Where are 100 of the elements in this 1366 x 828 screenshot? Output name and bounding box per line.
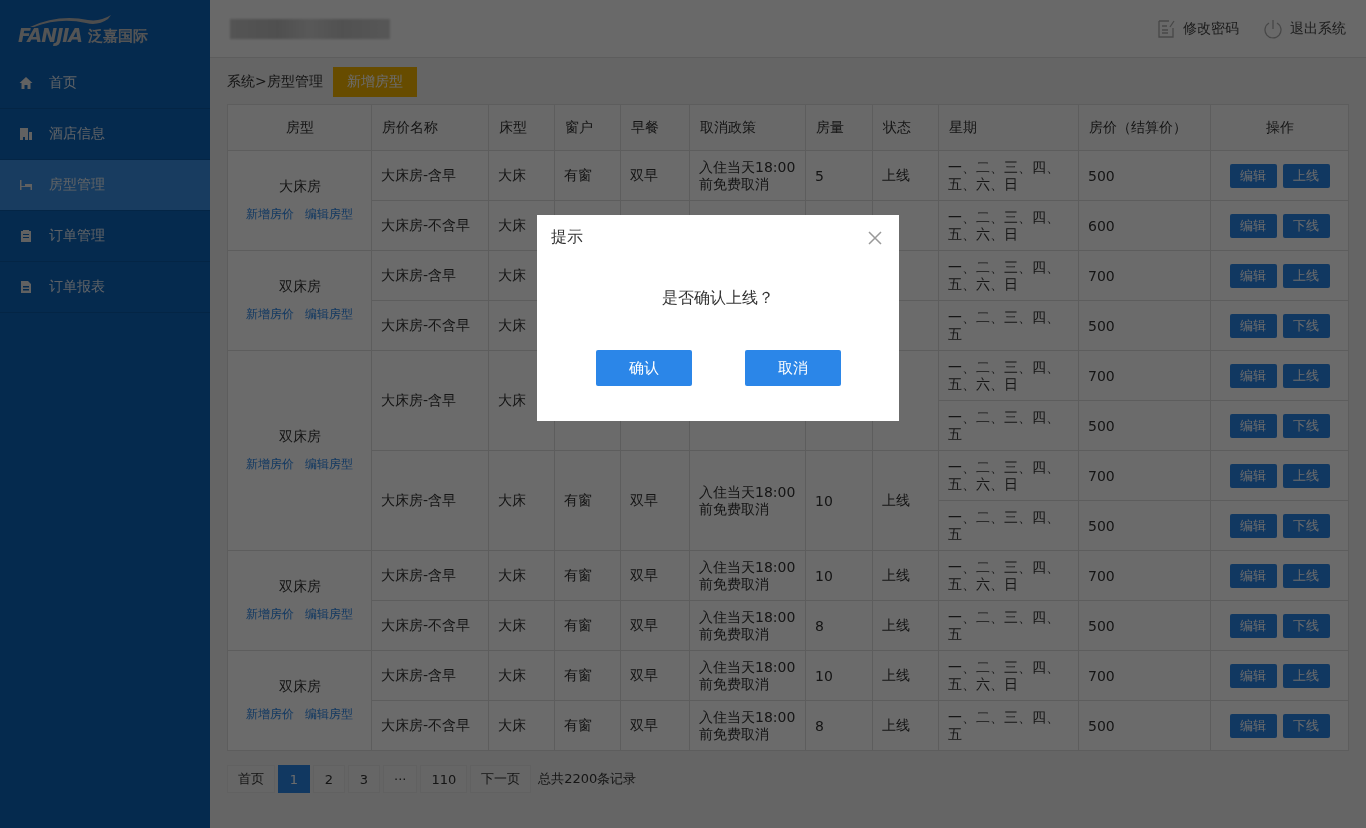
row-action-button[interactable]: 上线: [1282, 263, 1330, 288]
weekdays-cell: 一、二、三、四、五、六、日: [938, 350, 1079, 401]
weekdays-cell: 一、二、三、四、五: [938, 700, 1079, 751]
row-action-button[interactable]: 编辑: [1229, 163, 1277, 188]
price-cell: 500: [1078, 700, 1211, 751]
table-link[interactable]: 编辑房型: [305, 306, 353, 323]
close-icon[interactable]: [868, 230, 882, 245]
rate-name-cell: 大床房-不含早: [371, 600, 489, 651]
home-icon: [19, 76, 33, 90]
room-type-name: 双床房: [277, 278, 322, 296]
bed-type-cell: 大床: [488, 450, 555, 551]
room-count-cell: 5: [805, 150, 873, 201]
room-count-cell: 10: [805, 450, 873, 551]
row-action-button[interactable]: 编辑: [1229, 563, 1277, 588]
column-header: 窗户: [554, 104, 621, 151]
row-action-button[interactable]: 编辑: [1229, 263, 1277, 288]
row-action-button[interactable]: 编辑: [1229, 513, 1277, 538]
breakfast-cell: 双早: [620, 450, 690, 551]
price-cell: 700: [1078, 250, 1211, 301]
rate-name-cell: 大床房-含早: [371, 450, 489, 551]
breakfast-cell: 双早: [620, 650, 690, 701]
sidebar-item[interactable]: 订单管理: [0, 211, 210, 262]
rate-name-cell: 大床房-含早: [371, 650, 489, 701]
row-action-button[interactable]: 编辑: [1229, 413, 1277, 438]
weekdays-cell: 一、二、三、四、五、六、日: [938, 250, 1079, 301]
row-action-button[interactable]: 编辑: [1229, 313, 1277, 338]
price-cell: 700: [1078, 450, 1211, 501]
row-action-button[interactable]: 编辑: [1229, 363, 1277, 388]
sidebar-item[interactable]: 订单报表: [0, 262, 210, 313]
cancel-policy-cell: 入住当天18:00前免费取消: [689, 650, 806, 701]
row-action-button[interactable]: 上线: [1282, 663, 1330, 688]
column-header: 床型: [488, 104, 555, 151]
edit-icon: [1156, 18, 1176, 39]
page-button[interactable]: 110: [420, 765, 468, 793]
window-cell: 有窗: [554, 700, 621, 751]
row-action-button[interactable]: 下线: [1282, 213, 1330, 238]
breadcrumb: 系统>房型管理: [227, 73, 323, 91]
dialog-button[interactable]: 取消: [744, 350, 841, 386]
row-action-button[interactable]: 编辑: [1229, 463, 1277, 488]
row-action-button[interactable]: 编辑: [1229, 613, 1277, 638]
row-action-button[interactable]: 下线: [1282, 313, 1330, 338]
table-link[interactable]: 编辑房型: [305, 206, 353, 223]
dialog-message: 是否确认上线？: [662, 288, 774, 309]
clipboard-icon: [19, 229, 33, 243]
building-icon: [19, 127, 33, 141]
status-cell: 上线: [872, 600, 939, 651]
header-link[interactable]: 修改密码: [1156, 18, 1239, 39]
row-action-button[interactable]: 下线: [1282, 513, 1330, 538]
row-action-button[interactable]: 上线: [1282, 363, 1330, 388]
table-link[interactable]: 编辑房型: [305, 456, 353, 473]
rate-name-cell: 大床房-含早: [371, 550, 489, 601]
logo-chinese-name: 泛嘉国际: [88, 27, 148, 46]
page-button[interactable]: ···: [383, 765, 418, 793]
column-header: 操作: [1210, 104, 1349, 151]
logo-swoosh-icon: [28, 14, 112, 28]
weekdays-cell: 一、二、三、四、五、六、日: [938, 200, 1079, 251]
weekdays-cell: 一、二、三、四、五: [938, 400, 1079, 451]
column-header: 状态: [872, 104, 939, 151]
page-button[interactable]: 首页: [227, 765, 275, 793]
row-action-button[interactable]: 上线: [1282, 563, 1330, 588]
table-link[interactable]: 编辑房型: [305, 706, 353, 723]
table-link[interactable]: 编辑房型: [305, 606, 353, 623]
price-cell: 500: [1078, 600, 1211, 651]
bed-type-cell: 大床: [488, 150, 555, 201]
dialog-button[interactable]: 确认: [595, 350, 692, 386]
header-link[interactable]: 退出系统: [1263, 18, 1346, 39]
row-action-button[interactable]: 编辑: [1229, 713, 1277, 738]
rate-name-cell: 大床房-不含早: [371, 700, 489, 751]
row-action-button[interactable]: 下线: [1282, 413, 1330, 438]
table-link[interactable]: 新增房价: [246, 206, 294, 223]
weekdays-cell: 一、二、三、四、五、六、日: [938, 650, 1079, 701]
row-action-button[interactable]: 上线: [1282, 463, 1330, 488]
price-cell: 700: [1078, 350, 1211, 401]
sidebar-item[interactable]: 首页: [0, 58, 210, 109]
rate-name-cell: 大床房-不含早: [371, 300, 489, 351]
table-link[interactable]: 新增房价: [246, 306, 294, 323]
page-button[interactable]: 1: [278, 765, 310, 793]
breakfast-cell: 双早: [620, 700, 690, 751]
page-button[interactable]: 3: [348, 765, 380, 793]
page-button[interactable]: 2: [313, 765, 345, 793]
price-cell: 700: [1078, 650, 1211, 701]
rate-name-cell: 大床房-含早: [371, 350, 489, 451]
weekdays-cell: 一、二、三、四、五、六、日: [938, 450, 1079, 501]
window-cell: 有窗: [554, 150, 621, 201]
bed-type-cell: 大床: [488, 700, 555, 751]
cancel-policy-cell: 入住当天18:00前免费取消: [689, 550, 806, 601]
table-link[interactable]: 新增房价: [246, 706, 294, 723]
weekdays-cell: 一、二、三、四、五、六、日: [938, 150, 1079, 201]
row-action-button[interactable]: 编辑: [1229, 213, 1277, 238]
weekdays-cell: 一、二、三、四、五、六、日: [938, 550, 1079, 601]
add-room-type-button[interactable]: 新增房型: [332, 67, 417, 97]
row-action-button[interactable]: 下线: [1282, 713, 1330, 738]
row-action-button[interactable]: 下线: [1282, 613, 1330, 638]
logo-wordmark: FANJIA: [18, 24, 82, 46]
status-cell: 上线: [872, 150, 939, 201]
row-action-button[interactable]: 上线: [1282, 163, 1330, 188]
table-link[interactable]: 新增房价: [246, 606, 294, 623]
table-link[interactable]: 新增房价: [246, 456, 294, 473]
row-action-button[interactable]: 编辑: [1229, 663, 1277, 688]
window-cell: 有窗: [554, 650, 621, 701]
